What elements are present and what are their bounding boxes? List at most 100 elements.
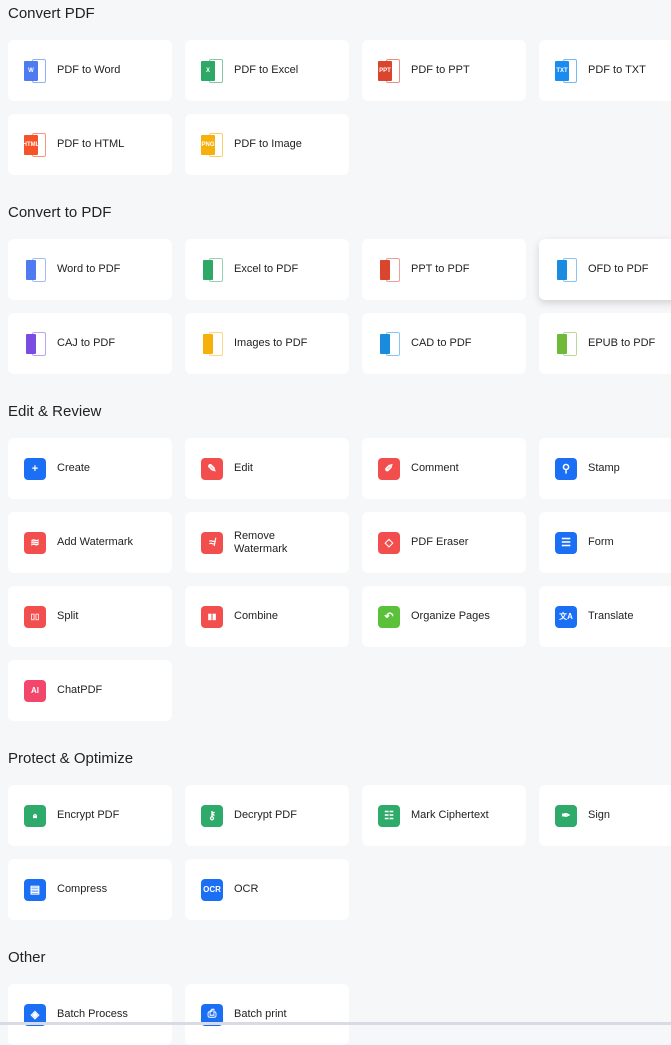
tool-label: PDF to HTML (57, 138, 125, 150)
excel-icon (201, 257, 223, 282)
tool-label: Split (57, 610, 79, 622)
tool-label: CAD to PDF (411, 337, 472, 349)
tool-batch-print-button[interactable]: ⎙ Batch print (185, 984, 349, 1045)
tool-label: PDF to TXT (588, 64, 646, 76)
tool-organize-pages-button[interactable]: ↶ Organize Pages (362, 586, 526, 647)
tools-panel: Convert PDF W PDF to Word X PDF to Excel PPT P… (0, 1, 671, 1045)
tool-pdf-to-word-button[interactable]: W PDF to Word (8, 40, 172, 101)
tool-label: Sign (588, 809, 611, 821)
tool-label: ChatPDF (57, 684, 103, 696)
compress-icon: ▤ (24, 878, 46, 901)
tool-epub-to-pdf-button[interactable]: EPUB to PDF (539, 313, 671, 374)
tool-label: PDF to PPT (411, 64, 470, 76)
tool-grid: W PDF to Word X PDF to Excel PPT PDF to PPT TX… (8, 40, 671, 175)
section-title: Edit & Review (8, 403, 102, 420)
tool-label: Mark Ciphertext (411, 809, 489, 821)
tool-compress-button[interactable]: ▤ Compress (8, 859, 172, 920)
tool-pdf-to-excel-button[interactable]: X PDF to Excel (185, 40, 349, 101)
translate-icon: 文A (555, 605, 577, 628)
section-protect-optimize: Protect & Optimize 🔒︎ Encrypt PDF ⚷ Decrypt … (0, 746, 671, 920)
tool-grid: 🔒︎ Encrypt PDF ⚷ Decrypt PDF ☷ Mark Ciphertex… (8, 785, 671, 920)
section-convert-to-pdf: Convert to PDF Word to PDF Excel to PDF PPT… (0, 200, 671, 374)
tool-label: PDF to Word (57, 64, 121, 76)
tool-edit-button[interactable]: ✎ Edit (185, 438, 349, 499)
tool-encrypt-pdf-button[interactable]: 🔒︎ Encrypt PDF (8, 785, 172, 846)
tool-pdf-to-ppt-button[interactable]: PPT PDF to PPT (362, 40, 526, 101)
tool-pdf-eraser-button[interactable]: ◇ PDF Eraser (362, 512, 526, 573)
comment-icon: ✐ (378, 457, 400, 480)
tool-batch-process-button[interactable]: ◈ Batch Process (8, 984, 172, 1045)
tool-label: Word to PDF (57, 263, 121, 275)
stamp-icon: ⚲ (555, 457, 577, 480)
tool-translate-button[interactable]: 文A Translate (539, 586, 671, 647)
section-title: Other (8, 949, 46, 966)
tool-mark-ciphertext-button[interactable]: ☷ Mark Ciphertext (362, 785, 526, 846)
tool-label: Batch Process (57, 1008, 128, 1020)
image-icon (201, 331, 223, 356)
tool-pdf-to-html-button[interactable]: HTML PDF to HTML (8, 114, 172, 175)
tool-stamp-button[interactable]: ⚲ Stamp (539, 438, 671, 499)
tool-grid: + Create ✎ Edit ✐ Comment ⚲ Stamp ≋ Add Watermark… (8, 438, 671, 721)
section-edit-review: Edit & Review + Create ✎ Edit ✐ Comment ⚲ Stamp ≋… (0, 399, 671, 721)
section-other: Other ◈ Batch Process ⎙ Batch print (0, 945, 671, 1045)
combine-icon: ▮▮ (201, 605, 223, 628)
tool-label: OCR (234, 883, 259, 895)
tool-ppt-to-pdf-button[interactable]: PPT to PDF (362, 239, 526, 300)
tool-caj-to-pdf-button[interactable]: CAJ to PDF (8, 313, 172, 374)
tool-label: Organize Pages (411, 610, 490, 622)
word-icon: W (24, 58, 46, 83)
tool-form-button[interactable]: ☰ Form (539, 512, 671, 573)
caj-icon (24, 331, 46, 356)
tool-pdf-to-image-button[interactable]: PNG PDF to Image (185, 114, 349, 175)
remove-watermark-icon: ≉ (201, 531, 223, 554)
tool-sign-button[interactable]: ✒ Sign (539, 785, 671, 846)
section-title: Protect & Optimize (8, 750, 134, 767)
tool-decrypt-pdf-button[interactable]: ⚷ Decrypt PDF (185, 785, 349, 846)
tool-label: Decrypt PDF (234, 809, 297, 821)
html-icon: HTML (23, 132, 46, 157)
tool-combine-button[interactable]: ▮▮ Combine (185, 586, 349, 647)
tool-label: PDF to Image (234, 138, 302, 150)
ofd-icon (555, 257, 577, 282)
tool-ocr-button[interactable]: OCR OCR (185, 859, 349, 920)
ciphertext-icon: ☷ (378, 804, 400, 827)
tool-create-button[interactable]: + Create (8, 438, 172, 499)
tool-images-to-pdf-button[interactable]: Images to PDF (185, 313, 349, 374)
sign-icon: ✒ (555, 804, 577, 827)
tool-label: Comment (411, 462, 459, 474)
tool-remove-watermark-button[interactable]: ≉ Remove Watermark (185, 512, 349, 573)
key-icon: ⚷ (201, 804, 223, 827)
image-icon: PNG (201, 132, 223, 157)
tool-label: Stamp (588, 462, 620, 474)
tool-label: Combine (234, 610, 279, 622)
tool-label: Images to PDF (234, 337, 308, 349)
tool-word-to-pdf-button[interactable]: Word to PDF (8, 239, 172, 300)
tool-label: Edit (234, 462, 253, 474)
tool-ofd-to-pdf-button[interactable]: OFD to PDF (539, 239, 671, 300)
tool-label: PDF Eraser (411, 536, 469, 548)
tool-cad-to-pdf-button[interactable]: CAD to PDF (362, 313, 526, 374)
watermark-icon: ≋ (24, 531, 46, 554)
tool-comment-button[interactable]: ✐ Comment (362, 438, 526, 499)
section-title: Convert PDF (8, 5, 95, 22)
tool-label: EPUB to PDF (588, 337, 656, 349)
ocr-icon: OCR (201, 878, 223, 901)
tool-excel-to-pdf-button[interactable]: Excel to PDF (185, 239, 349, 300)
tool-label: OFD to PDF (588, 263, 649, 275)
tool-pdf-to-txt-button[interactable]: TXT PDF to TXT (539, 40, 671, 101)
tool-label: Batch print (234, 1008, 287, 1020)
pencil-icon: ✎ (201, 457, 223, 480)
lock-icon: 🔒︎ (24, 804, 46, 827)
tool-label: CAJ to PDF (57, 337, 116, 349)
tool-label: PPT to PDF (411, 263, 470, 275)
section-title: Convert to PDF (8, 204, 112, 221)
section-convert-pdf: Convert PDF W PDF to Word X PDF to Excel PPT P… (0, 1, 671, 175)
word-icon (24, 257, 46, 282)
tool-label: Add Watermark (57, 536, 134, 548)
tool-chatpdf-button[interactable]: AI ChatPDF (8, 660, 172, 721)
chatpdf-icon: AI (24, 679, 46, 702)
tool-add-watermark-button[interactable]: ≋ Add Watermark (8, 512, 172, 573)
epub-icon (555, 331, 577, 356)
tool-split-button[interactable]: ▯▯ Split (8, 586, 172, 647)
eraser-icon: ◇ (378, 531, 400, 554)
